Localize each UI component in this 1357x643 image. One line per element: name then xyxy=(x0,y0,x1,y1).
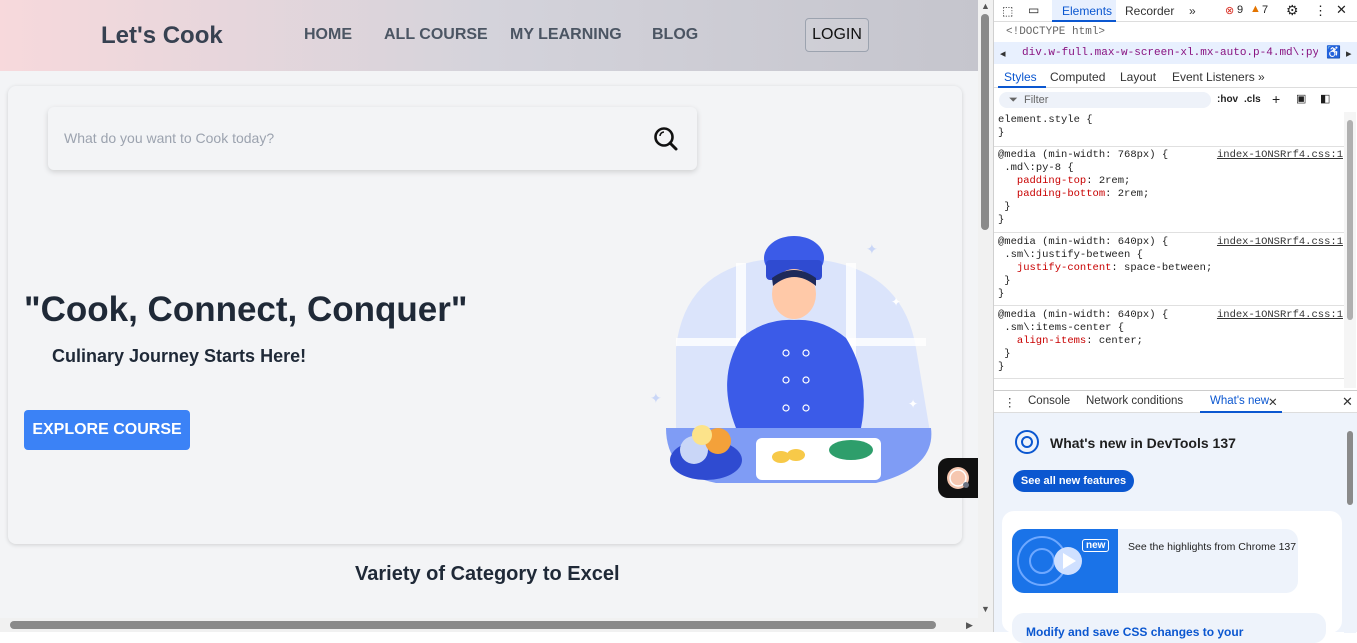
breadcrumb-left-icon[interactable]: ◂ xyxy=(1000,47,1006,61)
more-tabs-icon[interactable]: » xyxy=(1189,4,1196,18)
css-rule-justify-between[interactable]: @media (min-width: 640px) { .sm\:justify… xyxy=(998,236,1212,301)
page-scroll-thumb[interactable] xyxy=(981,14,989,230)
rule-separator xyxy=(994,378,1344,379)
breadcrumb-right-icon[interactable]: ▸ xyxy=(1346,47,1352,61)
login-button[interactable]: LOGIN xyxy=(805,18,869,52)
subtab-computed[interactable]: Computed xyxy=(1050,70,1105,84)
dom-breadcrumb[interactable]: ◂ div.w-full.max-w-screen-xl.mx-auto.p-4… xyxy=(994,42,1357,64)
close-drawer-icon[interactable]: ✕ xyxy=(1342,394,1353,410)
svg-text:✦: ✦ xyxy=(866,241,878,257)
css-rule-items-center[interactable]: @media (min-width: 640px) { .sm\:items-c… xyxy=(998,309,1168,374)
floating-chat-button[interactable] xyxy=(938,458,978,498)
whats-new-underline xyxy=(1200,411,1282,413)
doctype-text: <!DOCTYPE html> xyxy=(1006,26,1106,38)
search-box xyxy=(48,107,697,170)
devtools-toolbar: ⬚ ▭ Elements Recorder » ⊗ 9 ▲ 7 ⚙ ⋮ ✕ xyxy=(994,0,1357,22)
subtab-event-listeners[interactable]: Event Listeners xyxy=(1172,70,1255,84)
hero-headline: "Cook, Connect, Conquer" xyxy=(24,290,468,329)
page-vertical-scrollbar[interactable]: ▲ ▼ xyxy=(978,0,993,632)
css-rule-py-8[interactable]: @media (min-width: 768px) { .md\:py-8 { … xyxy=(998,149,1168,227)
horizontal-scrollbar[interactable] xyxy=(0,618,978,632)
styles-scrollbar[interactable] xyxy=(1344,112,1356,388)
tab-elements[interactable]: Elements xyxy=(1062,4,1112,18)
rule-separator xyxy=(994,146,1344,147)
svg-text:✦: ✦ xyxy=(908,397,918,411)
tab-recorder[interactable]: Recorder xyxy=(1125,4,1174,18)
explore-course-button[interactable]: EXPLORE COURSE xyxy=(24,410,190,450)
search-icon[interactable] xyxy=(652,125,680,153)
drawer-menu-icon[interactable]: ⋮ xyxy=(1004,395,1016,409)
doctype-line: <!DOCTYPE html> xyxy=(994,22,1357,42)
styles-scroll-thumb[interactable] xyxy=(1347,120,1353,320)
kebab-menu-icon[interactable]: ⋮ xyxy=(1314,3,1327,19)
filter-placeholder: Filter xyxy=(1024,94,1049,106)
hero-subheadline: Culinary Journey Starts Here! xyxy=(52,346,307,366)
devtools-panel: ⬚ ▭ Elements Recorder » ⊗ 9 ▲ 7 ⚙ ⋮ ✕ <!… xyxy=(993,0,1357,643)
next-feature-title[interactable]: Modify and save CSS changes to your xyxy=(1026,625,1243,639)
site-logo[interactable]: Let's Cook xyxy=(101,22,223,50)
chef-illustration: ✦ ✦ ✦ ✦ xyxy=(650,236,932,483)
devtools-drawer: ⋮ Console Network conditions What's new … xyxy=(994,390,1357,643)
nav-blog[interactable]: BLOG xyxy=(652,26,698,44)
accessibility-icon[interactable]: ♿ xyxy=(1326,45,1341,60)
whats-new-title: What's new in DevTools 137 xyxy=(1050,435,1236,451)
cls-toggle[interactable]: .cls xyxy=(1244,94,1261,105)
hov-toggle[interactable]: :hov xyxy=(1217,94,1238,105)
highlights-thumbnail[interactable]: new xyxy=(1012,529,1118,593)
subtab-layout[interactable]: Layout xyxy=(1120,70,1156,84)
new-badge: new xyxy=(1082,539,1110,552)
chrome-devtools-logo-icon xyxy=(1015,430,1039,454)
error-icon[interactable]: ⊗ xyxy=(1225,4,1234,17)
drawer-scrollbar[interactable] xyxy=(1344,413,1356,633)
drawer-tab-network-conditions[interactable]: Network conditions xyxy=(1086,395,1183,407)
scroll-down-icon[interactable]: ▼ xyxy=(981,604,990,614)
navbar: Let's Cook HOME ALL COURSE MY LEARNING B… xyxy=(0,0,978,71)
drawer-tab-whats-new[interactable]: What's new xyxy=(1210,395,1269,407)
device-toolbar-icon[interactable]: ▭ xyxy=(1028,3,1039,17)
nav-home[interactable]: HOME xyxy=(304,26,352,44)
svg-text:✦: ✦ xyxy=(650,390,662,406)
scroll-up-icon[interactable]: ▲ xyxy=(981,1,990,11)
nav-my-learning[interactable]: MY LEARNING xyxy=(510,26,622,44)
search-input[interactable] xyxy=(64,127,624,149)
see-all-features-button[interactable]: See all new features xyxy=(1013,470,1134,492)
drawer-tabs: ⋮ Console Network conditions What's new … xyxy=(994,391,1357,413)
breadcrumb-text[interactable]: div.w-full.max-w-screen-xl.mx-auto.p-4.m… xyxy=(1022,47,1318,59)
filter-icon: ⏷ xyxy=(1009,94,1018,106)
drawer-tab-console[interactable]: Console xyxy=(1028,395,1070,407)
element-style-rule[interactable]: element.style { } xyxy=(998,114,1093,140)
rule-separator xyxy=(994,305,1344,306)
paint-icon[interactable]: ▣ xyxy=(1296,92,1306,105)
close-tab-icon[interactable]: ✕ xyxy=(1268,395,1278,409)
styles-underline xyxy=(998,86,1046,88)
scroll-right-icon[interactable]: ▶ xyxy=(966,620,973,631)
webpage: Let's Cook HOME ALL COURSE MY LEARNING B… xyxy=(0,0,978,632)
more-subtabs-icon[interactable]: » xyxy=(1258,70,1265,84)
warning-count[interactable]: 7 xyxy=(1262,4,1268,16)
category-section-title: Variety of Category to Excel xyxy=(355,563,620,585)
warning-icon[interactable]: ▲ xyxy=(1250,3,1261,15)
drawer-scroll-thumb[interactable] xyxy=(1347,431,1353,505)
inspect-element-icon[interactable]: ⬚ xyxy=(1002,4,1013,18)
close-devtools-icon[interactable]: ✕ xyxy=(1336,2,1347,18)
rule-source-link[interactable]: index-1ONSRrf4.css:1 xyxy=(1217,236,1343,248)
svg-text:✦: ✦ xyxy=(891,295,901,309)
styles-subtabs: Styles Computed Layout Event Listeners » xyxy=(994,64,1357,88)
sidebar-toggle-icon[interactable]: ◧ xyxy=(1320,92,1330,105)
rule-source-link[interactable]: index-1ONSRrf4.css:1 xyxy=(1217,309,1343,321)
subtab-styles[interactable]: Styles xyxy=(1004,70,1037,84)
error-count[interactable]: 9 xyxy=(1237,4,1243,16)
horizontal-scroll-thumb[interactable] xyxy=(10,621,936,629)
nav-all-course[interactable]: ALL COURSE xyxy=(384,26,488,44)
rule-separator xyxy=(994,232,1344,233)
rule-source-link[interactable]: index-1ONSRrf4.css:1 xyxy=(1217,149,1343,161)
styles-filter-input[interactable]: ⏷ Filter xyxy=(999,92,1211,108)
highlights-text[interactable]: See the highlights from Chrome 137 xyxy=(1128,541,1296,553)
new-rule-icon[interactable]: + xyxy=(1272,91,1280,107)
settings-gear-icon[interactable]: ⚙ xyxy=(1286,2,1299,19)
chat-avatar-icon xyxy=(947,467,969,489)
